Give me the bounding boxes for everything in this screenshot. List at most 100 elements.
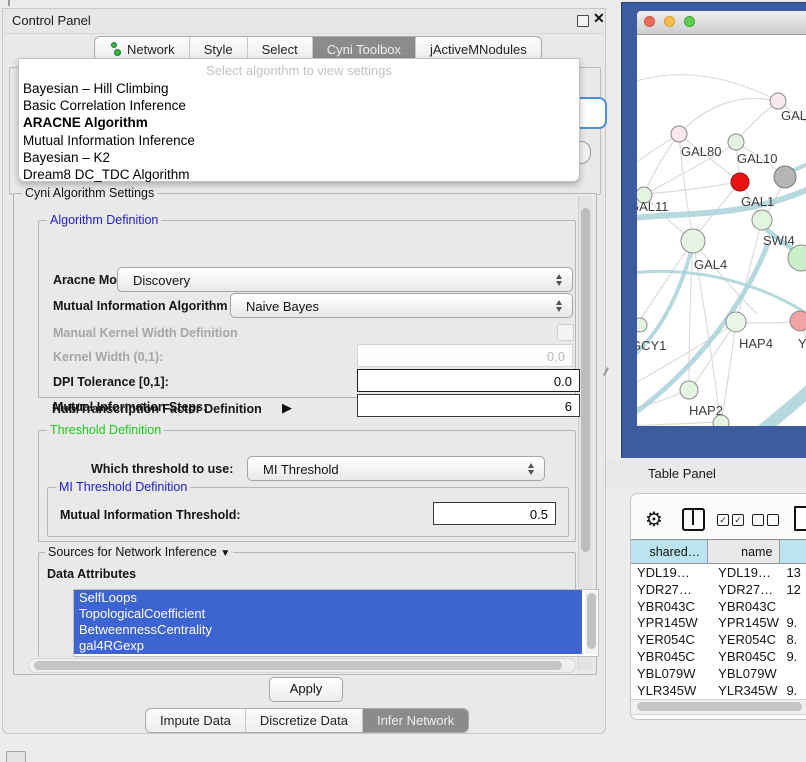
stepper-arrows-icon: [556, 299, 563, 313]
algorithm-definition-title: Algorithm Definition: [47, 213, 161, 227]
split-columns-icon[interactable]: [682, 508, 705, 531]
tab-label: Impute Data: [160, 713, 231, 728]
which-threshold-select[interactable]: MI Threshold: [247, 456, 545, 481]
algorithm-option[interactable]: ARACNE Algorithm: [23, 114, 575, 131]
table-cell: [780, 598, 806, 615]
network-node-swi4[interactable]: [752, 210, 772, 230]
network-edge[interactable]: [679, 98, 778, 134]
data-attributes-list[interactable]: SelfLoopsTopologicalCoefficientBetweenne…: [73, 589, 599, 657]
network-edge[interactable]: [645, 134, 679, 192]
data-attribute-item[interactable]: TopologicalCoefficient: [74, 606, 582, 622]
network-edge[interactable]: [637, 422, 717, 426]
sources-title[interactable]: Sources for Network Inference ▼: [45, 545, 233, 559]
close-icon[interactable]: ✕: [593, 10, 605, 27]
network-edge-highlighted[interactable]: [755, 380, 806, 426]
table-cell: 12: [780, 581, 806, 598]
table-row[interactable]: YDL19…YDL19…13: [631, 564, 806, 581]
network-edge[interactable]: [647, 182, 740, 194]
network-edge-highlighted[interactable]: [637, 271, 806, 324]
apply-button[interactable]: Apply: [269, 677, 343, 702]
zoom-traffic-light-icon[interactable]: [684, 16, 695, 27]
expand-arrow-icon[interactable]: ▶: [282, 400, 292, 416]
network-node-hap2[interactable]: [680, 381, 698, 399]
which-threshold-value: MI Threshold: [263, 462, 339, 477]
collapse-arrow-icon: ▼: [220, 548, 230, 559]
network-node-gal[interactable]: [770, 93, 786, 109]
aracne-mode-select[interactable]: Discovery: [117, 267, 573, 292]
minimized-panel-icon[interactable]: [6, 751, 26, 762]
table-row[interactable]: YBL079WYBL079W: [631, 665, 806, 682]
deselect-all-checkboxes-icon[interactable]: [752, 514, 779, 526]
table-row[interactable]: YDR27…YDR27…12: [631, 581, 806, 598]
network-node-hap4[interactable]: [726, 312, 746, 332]
tab-label: Cyni Toolbox: [327, 42, 401, 57]
screen: Control Panel ✕ NetworkStyleSelectCyni T…: [0, 0, 806, 762]
settings-horizontal-scrollbar[interactable]: [28, 658, 576, 673]
tab-discretize-data[interactable]: Discretize Data: [246, 709, 363, 732]
network-node[interactable]: [774, 166, 796, 188]
table-cell: YBR045C: [708, 648, 780, 665]
table-row[interactable]: YBR043CYBR043C: [631, 598, 806, 615]
stepper-arrows-icon: [556, 273, 563, 287]
file-export-icon[interactable]: [794, 506, 806, 531]
data-attribute-item[interactable]: gal4RGexp: [74, 638, 582, 654]
network-node-y[interactable]: [790, 311, 806, 331]
mi-threshold-input[interactable]: 0.5: [433, 502, 556, 525]
dpi-tolerance-input[interactable]: 0.0: [357, 369, 580, 392]
select-all-checkboxes-icon[interactable]: ✓✓: [717, 514, 744, 526]
algorithm-option[interactable]: Bayesian – K2: [23, 149, 575, 166]
table-row[interactable]: YER054CYER054C8.: [631, 631, 806, 648]
tab-infer-network[interactable]: Infer Network: [363, 709, 468, 732]
network-node-label: GCY1: [637, 338, 666, 353]
table-horizontal-scrollbar[interactable]: [631, 699, 806, 715]
algorithm-option[interactable]: Dream8 DC_TDC Algorithm: [23, 166, 575, 183]
data-attribute-item[interactable]: SelfLoops: [74, 590, 582, 606]
manual-kernel-label: Manual Kernel Width Definition: [53, 326, 238, 340]
network-icon: [109, 42, 122, 56]
list-scrollbar[interactable]: [585, 591, 597, 654]
table-row[interactable]: YBR045CYBR045C9.: [631, 648, 806, 665]
minimize-traffic-light-icon[interactable]: [664, 16, 675, 27]
mi-type-select[interactable]: Naive Bayes: [230, 293, 573, 318]
tab-impute-data[interactable]: Impute Data: [146, 709, 246, 732]
table-cell: YDL19…: [708, 564, 780, 581]
gear-icon[interactable]: ⚙: [645, 507, 663, 532]
table-cell: YDR27…: [708, 581, 780, 598]
network-node-label: GAL10: [737, 151, 777, 166]
data-attribute-item[interactable]: BetweennessCentrality: [74, 622, 582, 638]
column-header-shared…[interactable]: shared…: [631, 540, 708, 563]
table-cell: YBL079W: [708, 665, 780, 682]
algorithm-dropdown-items: Bayesian – Hill ClimbingBasic Correlatio…: [23, 80, 575, 183]
network-edge[interactable]: [640, 241, 693, 320]
control-panel-titlebar: Control Panel ✕: [3, 9, 605, 34]
column-header-name[interactable]: name: [708, 540, 780, 563]
network-canvas[interactable]: GALGAL80GAL10GAL1GAL11SWI4GAL4GCY1HAP4YH…: [637, 34, 806, 426]
algorithm-option[interactable]: Bayesian – Hill Climbing: [23, 80, 575, 97]
algorithm-option[interactable]: Mutual Information Inference: [23, 132, 575, 149]
network-node-gal4[interactable]: [681, 229, 705, 253]
network-node-gal1[interactable]: [731, 173, 749, 191]
hub-definition-label[interactable]: Hub/Transcription Factor Definition: [52, 402, 262, 416]
scrollbar-thumb[interactable]: [34, 661, 562, 670]
network-node-gcy1[interactable]: [637, 318, 647, 332]
kernel-width-input[interactable]: 0.0: [357, 344, 573, 367]
network-node-gal80[interactable]: [671, 126, 687, 142]
algorithm-option[interactable]: Basic Correlation Inference: [23, 97, 575, 114]
table-row[interactable]: YLR345WYLR345W9.: [631, 682, 806, 699]
float-window-icon[interactable]: [577, 15, 589, 27]
network-edge[interactable]: [736, 101, 778, 142]
mi-threshold-group: MI Threshold Definition Mutual Informati…: [47, 487, 569, 537]
table-panel-header: Table Panel: [607, 458, 806, 488]
scrollbar-thumb[interactable]: [637, 702, 802, 711]
network-node-gal10[interactable]: [728, 134, 744, 150]
scrollbar-thumb[interactable]: [581, 208, 590, 552]
column-header-col2[interactable]: [780, 540, 806, 563]
close-traffic-light-icon[interactable]: [644, 16, 655, 27]
mi-steps-input[interactable]: 6: [357, 394, 580, 417]
network-edge[interactable]: [722, 322, 736, 418]
manual-kernel-checkbox[interactable]: [557, 324, 574, 341]
table-row[interactable]: YPR145WYPR145W9.: [631, 614, 806, 631]
scrollbar-thumb[interactable]: [587, 593, 596, 649]
network-node[interactable]: [713, 415, 729, 426]
network-edge[interactable]: [637, 75, 778, 101]
